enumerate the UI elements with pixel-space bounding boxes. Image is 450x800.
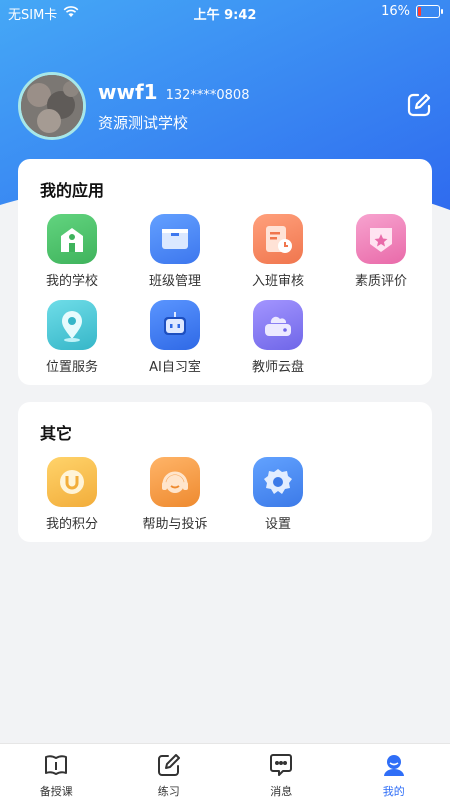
section-title: 我的应用 <box>40 181 105 200</box>
bottom-tab-bar: 备授课 练习 消息 我的 <box>0 743 450 800</box>
app-class-management[interactable]: 班级管理 <box>123 214 227 289</box>
others-card: 其它 我的积分 帮助与投诉 设置 <box>18 402 432 542</box>
battery-icon <box>416 5 443 18</box>
headset-icon <box>150 457 200 507</box>
tab-label: 我的 <box>382 785 405 798</box>
other-help-complaint[interactable]: 帮助与投诉 <box>123 457 227 532</box>
tab-label: 消息 <box>270 785 293 798</box>
school-icon <box>47 214 97 264</box>
other-settings[interactable]: 设置 <box>226 457 330 532</box>
status-bar: 无SIM卡 上午 9:42 16% <box>0 0 450 24</box>
user-phone: 132****0808 <box>165 87 250 103</box>
my-apps-card: 我的应用 我的学校 班级管理 入班审核 素质评价 位置服务 AI自习室 教师云盘 <box>18 159 432 385</box>
tab-practice[interactable]: 练习 <box>113 744 226 800</box>
app-join-review[interactable]: 入班审核 <box>226 214 330 289</box>
edit-profile-icon[interactable] <box>406 92 432 118</box>
profile-header[interactable]: wwf1 132****0808 资源测试学校 <box>18 72 249 140</box>
gear-icon <box>253 457 303 507</box>
tab-mine[interactable]: 我的 <box>338 744 450 800</box>
app-label: 素质评价 <box>354 274 407 289</box>
section-title: 其它 <box>40 424 73 443</box>
tab-label: 备授课 <box>39 785 73 798</box>
app-label: 入班审核 <box>251 274 304 289</box>
tab-lesson-prep[interactable]: 备授课 <box>0 744 113 800</box>
app-ai-study-room[interactable]: AI自习室 <box>123 300 227 375</box>
other-label: 设置 <box>264 517 291 532</box>
app-label: 位置服务 <box>45 360 98 375</box>
message-icon <box>225 752 338 782</box>
app-location-service[interactable]: 位置服务 <box>20 300 124 375</box>
user-name: wwf1 <box>98 79 158 104</box>
other-my-points[interactable]: 我的积分 <box>20 457 124 532</box>
app-my-school[interactable]: 我的学校 <box>20 214 124 289</box>
pencil-icon <box>113 752 226 782</box>
badge-star-icon <box>356 214 406 264</box>
other-label: 我的积分 <box>45 517 98 532</box>
tab-label: 练习 <box>157 785 180 798</box>
tab-messages[interactable]: 消息 <box>225 744 338 800</box>
app-label: 班级管理 <box>148 274 201 289</box>
app-teacher-cloud-drive[interactable]: 教师云盘 <box>226 300 330 375</box>
app-label: AI自习室 <box>149 360 201 375</box>
battery-percent: 16% <box>381 4 410 19</box>
location-pin-icon <box>47 300 97 350</box>
user-school: 资源测试学校 <box>98 113 189 132</box>
review-clock-icon <box>253 214 303 264</box>
app-quality-evaluation[interactable]: 素质评价 <box>329 214 433 289</box>
robot-icon <box>150 300 200 350</box>
points-icon <box>47 457 97 507</box>
avatar[interactable] <box>18 72 86 140</box>
app-label: 我的学校 <box>45 274 98 289</box>
other-label: 帮助与投诉 <box>142 517 208 532</box>
app-label: 教师云盘 <box>251 360 304 375</box>
book-icon <box>0 752 113 782</box>
user-icon <box>338 752 450 782</box>
class-board-icon <box>150 214 200 264</box>
cloud-drive-icon <box>253 300 303 350</box>
